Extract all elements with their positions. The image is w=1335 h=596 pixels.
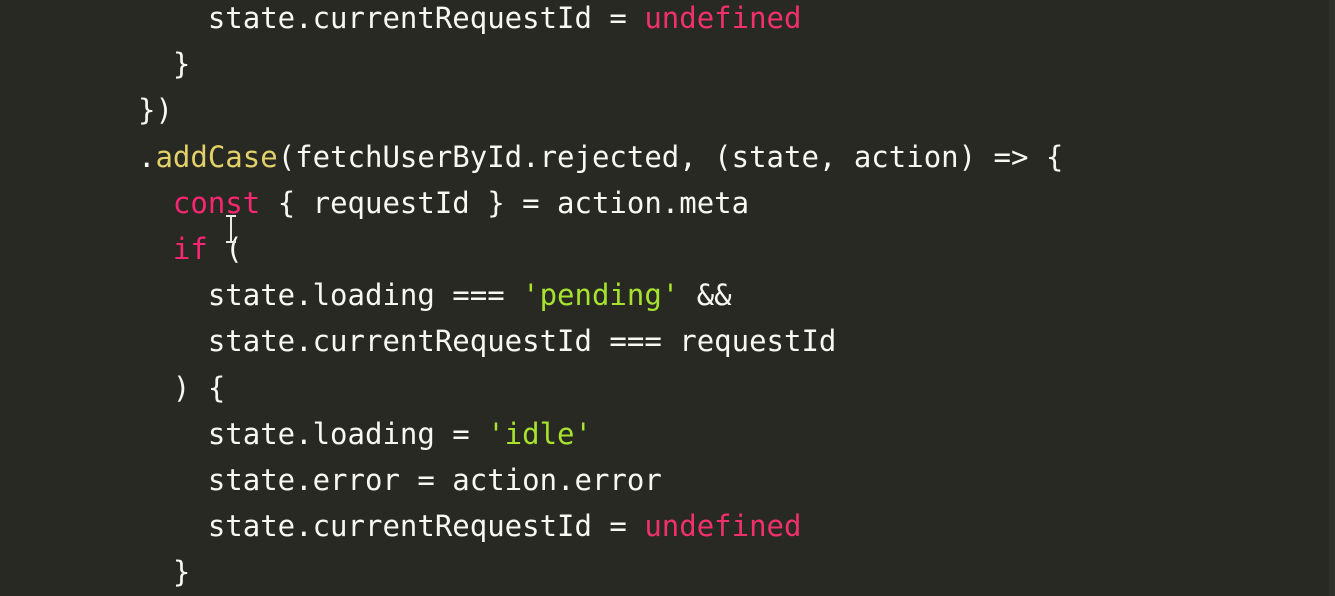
code-token: (fetchUserById.rejected, (state, action)… [277, 139, 1064, 174]
code-token: 'pending' [522, 278, 680, 313]
code-token: if [172, 231, 208, 266]
code-line[interactable]: .addCase(fetchUserById.rejected, (state,… [103, 134, 1063, 180]
code-token: 'idle' [487, 416, 592, 451]
code-area[interactable]: state.currentRequestId = undefined } } ) … [103, 0, 1063, 595]
code-token: } [172, 555, 191, 590]
code-token: undefined [644, 509, 802, 544]
code-token: state.currentRequestId === requestId [207, 324, 837, 359]
code-line[interactable]: ) { [103, 365, 1063, 411]
code-token: && [679, 278, 732, 313]
code-line[interactable]: } [103, 549, 1063, 595]
code-line[interactable]: }) [103, 87, 1063, 133]
code-token: { requestId } = action.meta [260, 185, 750, 220]
code-token: undefined [644, 1, 802, 35]
code-editor[interactable]: state.currentRequestId = undefined } } ) … [0, 0, 1335, 596]
code-token: . [138, 139, 156, 174]
code-token: } [172, 47, 191, 82]
code-token: state.error = action.error [207, 462, 662, 497]
code-token: state.currentRequestId = [207, 509, 645, 544]
code-line[interactable]: state.loading = 'idle' [103, 411, 1063, 457]
code-token: ) { [172, 370, 226, 405]
code-line[interactable]: state.currentRequestId = undefined [103, 0, 1063, 41]
scrollbar-edge[interactable] [1329, 0, 1335, 596]
code-token: const [172, 185, 261, 220]
code-line[interactable]: if ( [103, 226, 1063, 272]
code-line[interactable]: state.error = action.error [103, 457, 1063, 503]
code-token: state.loading = [207, 416, 488, 451]
code-line[interactable]: } [103, 41, 1063, 87]
code-line[interactable]: const { requestId } = action.meta [103, 180, 1063, 226]
code-line[interactable]: state.loading === 'pending' && [103, 272, 1063, 318]
code-token: }) [138, 93, 173, 128]
code-token: addCase [155, 139, 278, 174]
text-cursor-icon [224, 215, 238, 243]
code-line[interactable]: state.currentRequestId === requestId [103, 318, 1063, 364]
code-line[interactable]: state.currentRequestId = undefined [103, 503, 1063, 549]
code-token: state.currentRequestId = [207, 1, 645, 35]
code-token: state.loading === [207, 278, 523, 313]
